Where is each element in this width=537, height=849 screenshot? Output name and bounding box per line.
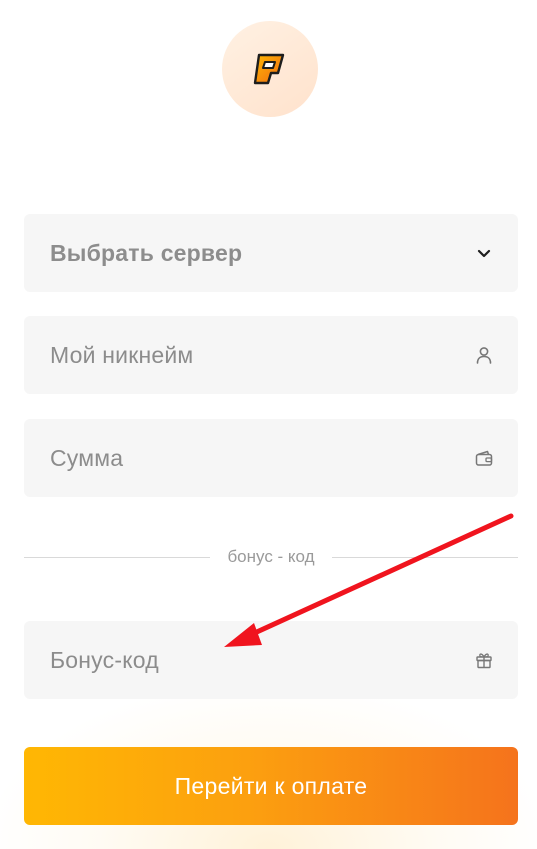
proceed-to-payment-button[interactable]: Перейти к оплате: [24, 747, 518, 825]
amount-placeholder: Сумма: [50, 444, 124, 471]
server-select[interactable]: Выбрать сервер: [24, 214, 518, 292]
chevron-down-icon[interactable]: [474, 243, 494, 263]
user-icon: [474, 345, 494, 365]
divider-line-left: [24, 556, 211, 558]
server-select-label: Выбрать сервер: [50, 239, 243, 266]
gift-icon: [474, 650, 494, 670]
brand-logo-icon: [253, 53, 285, 85]
divider-label: бонус - код: [227, 547, 315, 566]
bonus-code-placeholder: Бонус-код: [50, 646, 159, 673]
nickname-placeholder: Мой никнейм: [50, 341, 194, 368]
bonus-code-field[interactable]: Бонус-код: [24, 621, 518, 699]
wallet-icon: [474, 448, 494, 468]
bonus-code-divider: бонус - код: [24, 546, 518, 568]
divider-line-right: [331, 556, 518, 558]
brand-logo: [222, 21, 318, 117]
amount-field[interactable]: Сумма: [24, 419, 518, 497]
nickname-field[interactable]: Мой никнейм: [24, 316, 518, 394]
